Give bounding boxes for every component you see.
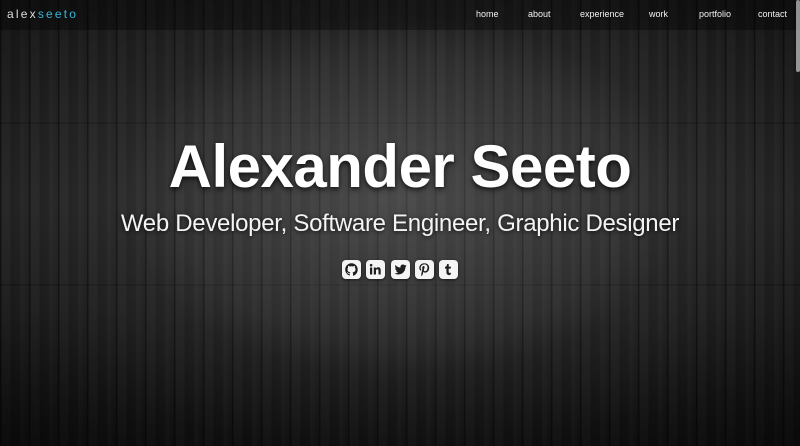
site-logo[interactable]: alexseeto [7,7,78,21]
tumblr-icon[interactable] [439,260,459,279]
github-icon[interactable] [341,260,361,279]
hero-name: Alexander Seeto [168,133,632,200]
logo-text-first: alex [7,7,38,21]
linkedin-icon[interactable] [366,260,386,279]
social-links [0,260,800,284]
nav-experience[interactable]: experience [580,9,624,19]
scrollbar-thumb[interactable] [796,0,800,72]
nav-home[interactable]: home [476,9,499,19]
top-navigation-bar: alexseeto home about experience work por… [0,0,800,30]
nav-portfolio[interactable]: portfolio [699,9,731,19]
nav-contact[interactable]: contact [758,9,787,19]
nav-work[interactable]: work [649,9,668,19]
nav-about[interactable]: about [528,9,551,19]
pinterest-icon[interactable] [414,260,434,279]
page: alexseeto home about experience work por… [0,0,800,446]
twitter-icon[interactable] [390,260,410,279]
logo-text-accent: seeto [37,7,79,21]
hero-subtitle: Web Developer, Software Engineer, Graphi… [120,210,680,237]
